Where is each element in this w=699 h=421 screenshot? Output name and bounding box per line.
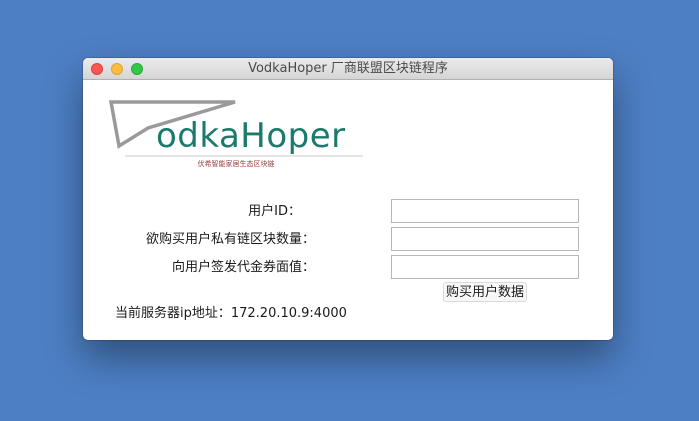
window-title: VodkaHoper 厂商联盟区块链程序	[248, 61, 448, 76]
block-count-label: 欲购买用户私有链区块数量：	[145, 232, 315, 247]
logo-wordmark: odkaHoper	[156, 116, 346, 156]
voucher-value-label: 向用户签发代金券面值：	[171, 260, 315, 275]
block-count-input[interactable]	[391, 227, 579, 251]
voucher-value-input[interactable]	[391, 255, 579, 279]
user-id-label: 用户ID：	[248, 204, 301, 219]
buy-user-data-button[interactable]: 购买用户数据	[443, 282, 528, 302]
app-window: VodkaHoper 厂商联盟区块链程序 odkaHoper 伏希智能家居生态区…	[83, 58, 613, 340]
title-bar[interactable]: VodkaHoper 厂商联盟区块链程序	[83, 58, 613, 80]
server-ip-status: 当前服务器ip地址：172.20.10.9:4000	[115, 306, 347, 321]
logo-tagline: 伏希智能家居生态区块链	[197, 160, 275, 168]
vodkahoper-logo: odkaHoper 伏希智能家居生态区块链	[107, 98, 365, 170]
user-id-input[interactable]	[391, 199, 579, 223]
